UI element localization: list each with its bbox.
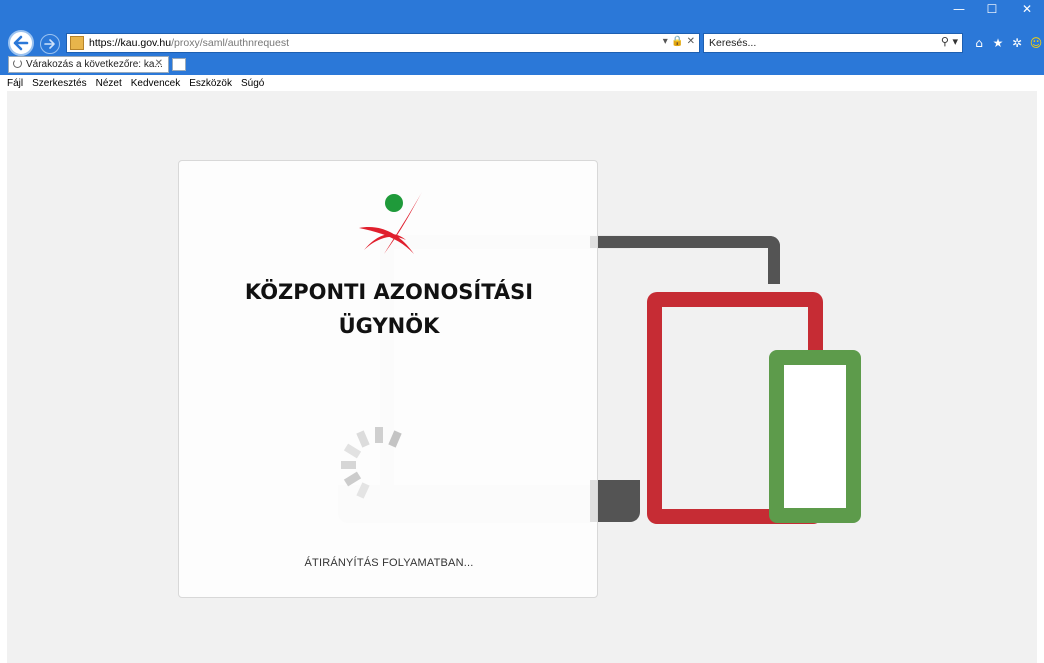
- menu-file[interactable]: Fájl: [7, 78, 23, 89]
- forward-arrow-icon: [44, 39, 55, 49]
- close-window-button[interactable]: ✕: [1017, 2, 1037, 16]
- maximize-button[interactable]: ☐: [982, 2, 1002, 16]
- smiley-icon[interactable]: ☺: [1029, 36, 1043, 50]
- new-tab-button[interactable]: [172, 58, 186, 71]
- address-tools: ▾ 🔒 ✕: [663, 36, 695, 47]
- url-prefix: https://: [89, 37, 121, 49]
- site-favicon: [70, 36, 84, 50]
- tab-loading-icon: [13, 59, 22, 68]
- back-button[interactable]: [8, 30, 34, 56]
- phone-illustration: [769, 350, 861, 523]
- url-path: /proxy/saml/authnrequest: [171, 37, 290, 49]
- menu-bar: Fájl Szerkesztés Nézet Kedvencek Eszközö…: [0, 75, 1044, 91]
- back-arrow-icon: [13, 35, 29, 51]
- toolbar-icons: ⌂ ★ ✲ ☺: [972, 33, 1043, 53]
- menu-favorites[interactable]: Kedvencek: [131, 78, 180, 89]
- laptop-screen-edge: [590, 236, 780, 284]
- menu-tools[interactable]: Eszközök: [189, 78, 232, 89]
- search-box[interactable]: Keresés... ⚲ ▾: [703, 33, 963, 53]
- page-title: KÖZPONTI AZONOSÍTÁSI ÜGYNÖK: [179, 275, 599, 343]
- menu-view[interactable]: Nézet: [96, 78, 122, 89]
- dropdown-icon[interactable]: ▾: [663, 36, 668, 47]
- lock-icon[interactable]: 🔒: [671, 36, 683, 47]
- forward-button[interactable]: [40, 34, 60, 54]
- stop-icon[interactable]: ✕: [687, 36, 695, 47]
- loading-spinner-icon: [341, 427, 402, 499]
- url-host: kau.gov.hu: [120, 37, 172, 49]
- title-line-1: KÖZPONTI AZONOSÍTÁSI: [244, 280, 534, 304]
- title-line-2: ÜGYNÖK: [338, 314, 440, 338]
- address-text: https://kau.gov.hu/proxy/saml/authnreque…: [89, 37, 289, 49]
- tab-close-icon[interactable]: ✕: [155, 58, 163, 69]
- star-icon[interactable]: ★: [991, 36, 1005, 50]
- home-icon[interactable]: ⌂: [972, 36, 986, 50]
- search-icon[interactable]: ⚲ ▾: [941, 35, 958, 48]
- login-card: KÖZPONTI AZONOSÍTÁSI ÜGYNÖK ÁTIRÁNYÍTÁS …: [178, 160, 598, 598]
- tab-title: Várakozás a következőre: ka...: [26, 59, 163, 70]
- address-bar[interactable]: https://kau.gov.hu/proxy/saml/authnreque…: [66, 33, 700, 53]
- search-input[interactable]: Keresés...: [709, 37, 756, 49]
- gear-icon[interactable]: ✲: [1010, 36, 1024, 50]
- kau-logo-icon: [359, 192, 422, 254]
- tab-active[interactable]: Várakozás a következőre: ka... ✕: [8, 56, 169, 73]
- minimize-button[interactable]: —: [949, 2, 969, 16]
- redirect-status: ÁTIRÁNYÍTÁS FOLYAMATBAN...: [304, 557, 474, 569]
- menu-help[interactable]: Súgó: [241, 78, 264, 89]
- browser-chrome: — ☐ ✕ https://kau.gov.hu/proxy/saml/auth…: [0, 0, 1044, 75]
- menu-edit[interactable]: Szerkesztés: [32, 78, 86, 89]
